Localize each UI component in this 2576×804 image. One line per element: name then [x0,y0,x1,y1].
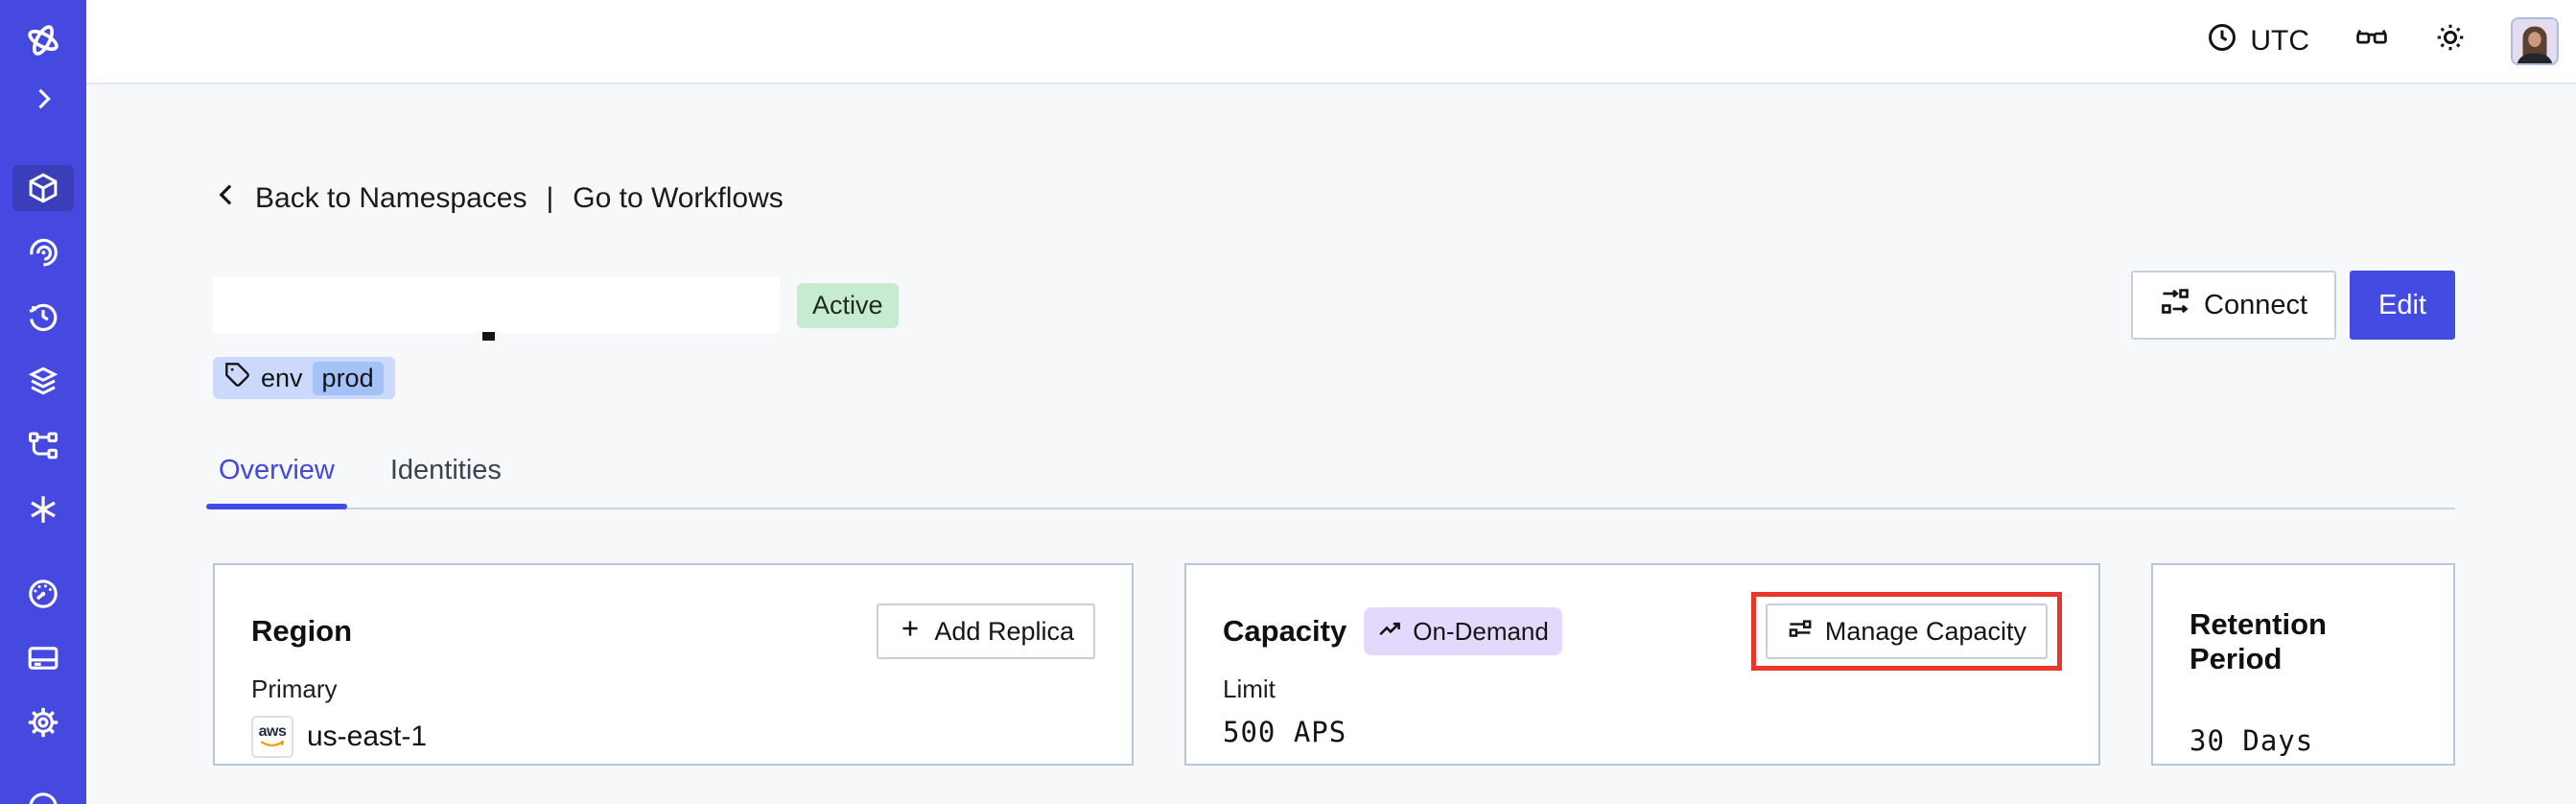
sidebar-nav [12,165,74,532]
add-replica-button[interactable]: Add Replica [877,603,1095,659]
clock-icon [2206,21,2238,61]
region-value: us-east-1 [307,721,428,752]
connect-icon [2160,286,2190,324]
tab-overview[interactable]: Overview [206,455,347,509]
breadcrumb: Back to Namespaces | Go to Workflows [213,180,2455,217]
nav-separator: | [546,182,554,214]
go-to-workflows-link[interactable]: Go to Workflows [573,182,784,215]
connect-button-label: Connect [2204,289,2308,320]
main-content: Back to Namespaces | Go to Workflows Act… [86,84,2576,804]
sidebar-item-usage[interactable] [12,571,74,617]
namespace-tag[interactable]: env prod [213,357,395,399]
primary-label: Primary [251,674,338,703]
edit-button[interactable]: Edit [2350,271,2455,340]
namespace-header: Active Connect Edit [213,271,2455,341]
sidebar-item-schedules[interactable] [12,294,74,340]
sidebar-item-workflows[interactable] [12,229,74,275]
sidebar-item-help[interactable] [12,784,74,804]
sidebar-item-deployments[interactable] [12,358,74,404]
spiral-eye-icon [26,235,60,270]
tab-identities[interactable]: Identities [385,455,507,508]
speedometer-icon [26,577,60,611]
summary-cards: Region Add Replica Primary aws us-east-1… [213,563,2455,766]
retention-value: 30 Days [2190,724,2314,757]
sidebar-item-nexus[interactable] [12,422,74,468]
namespace-name-redacted [213,277,780,341]
branch-flow-icon [26,428,60,462]
labs-toggle-button[interactable] [2354,21,2390,61]
sidebar-nav-secondary [12,571,74,745]
tag-value: prod [312,361,384,395]
sidebar-item-namespaces[interactable] [12,165,74,211]
layers-icon [26,364,60,398]
tag-key: env [261,363,303,392]
tab-bar: Overview Identities [206,455,2455,509]
capacity-card: Capacity On-Demand Manage Capacity Limit… [1184,563,2100,766]
aws-logo: aws [251,716,293,758]
retry-clock-icon [26,299,60,334]
add-replica-label: Add Replica [934,616,1074,646]
timezone-button[interactable]: UTC [2206,21,2309,61]
retention-card: Retention Period 30 Days [2151,563,2455,766]
connect-button[interactable]: Connect [2131,271,2337,340]
manage-capacity-label: Manage Capacity [1824,616,2026,646]
chevron-left-icon [213,180,242,217]
capacity-card-title: Capacity [1223,614,1347,648]
region-card-title: Region [251,614,353,648]
timezone-label: UTC [2250,25,2309,57]
limit-label: Limit [1223,674,1276,703]
sun-icon [2434,21,2467,61]
ondemand-badge-label: On-Demand [1413,617,1549,646]
sidebar-item-settings[interactable] [12,699,74,745]
gear-icon [26,705,60,740]
tag-icon [224,362,251,395]
glasses-icon [2354,21,2390,61]
status-badge: Active [797,282,899,328]
chevron-right-icon [27,83,59,115]
region-card: Region Add Replica Primary aws us-east-1 [213,563,1134,766]
sidebar-expand-button[interactable] [12,83,74,115]
redaction-artifact [482,332,495,341]
cube-icon [26,171,60,205]
sliders-icon [1787,615,1814,649]
plus-icon [898,616,923,648]
annotation-highlight: Manage Capacity [1750,592,2062,671]
credit-card-icon [26,641,60,675]
help-circle-icon [26,790,60,804]
sidebar [0,0,86,804]
back-to-namespaces-link[interactable]: Back to Namespaces [255,182,527,215]
limit-value: 500 APS [1223,716,1347,748]
retention-card-title: Retention Period [2190,607,2327,675]
aws-logo-text: aws [258,723,287,740]
trending-up-icon [1377,616,1404,647]
topbar: UTC [86,0,2576,84]
avatar[interactable] [2511,17,2559,65]
ondemand-badge: On-Demand [1364,607,1562,655]
manage-capacity-button[interactable]: Manage Capacity [1765,603,2048,659]
asterisk-icon [26,492,60,527]
theme-toggle-button[interactable] [2434,21,2467,61]
temporal-logo-icon [21,19,65,61]
sidebar-item-billing[interactable] [12,635,74,681]
sidebar-item-batch-operations[interactable] [12,486,74,532]
